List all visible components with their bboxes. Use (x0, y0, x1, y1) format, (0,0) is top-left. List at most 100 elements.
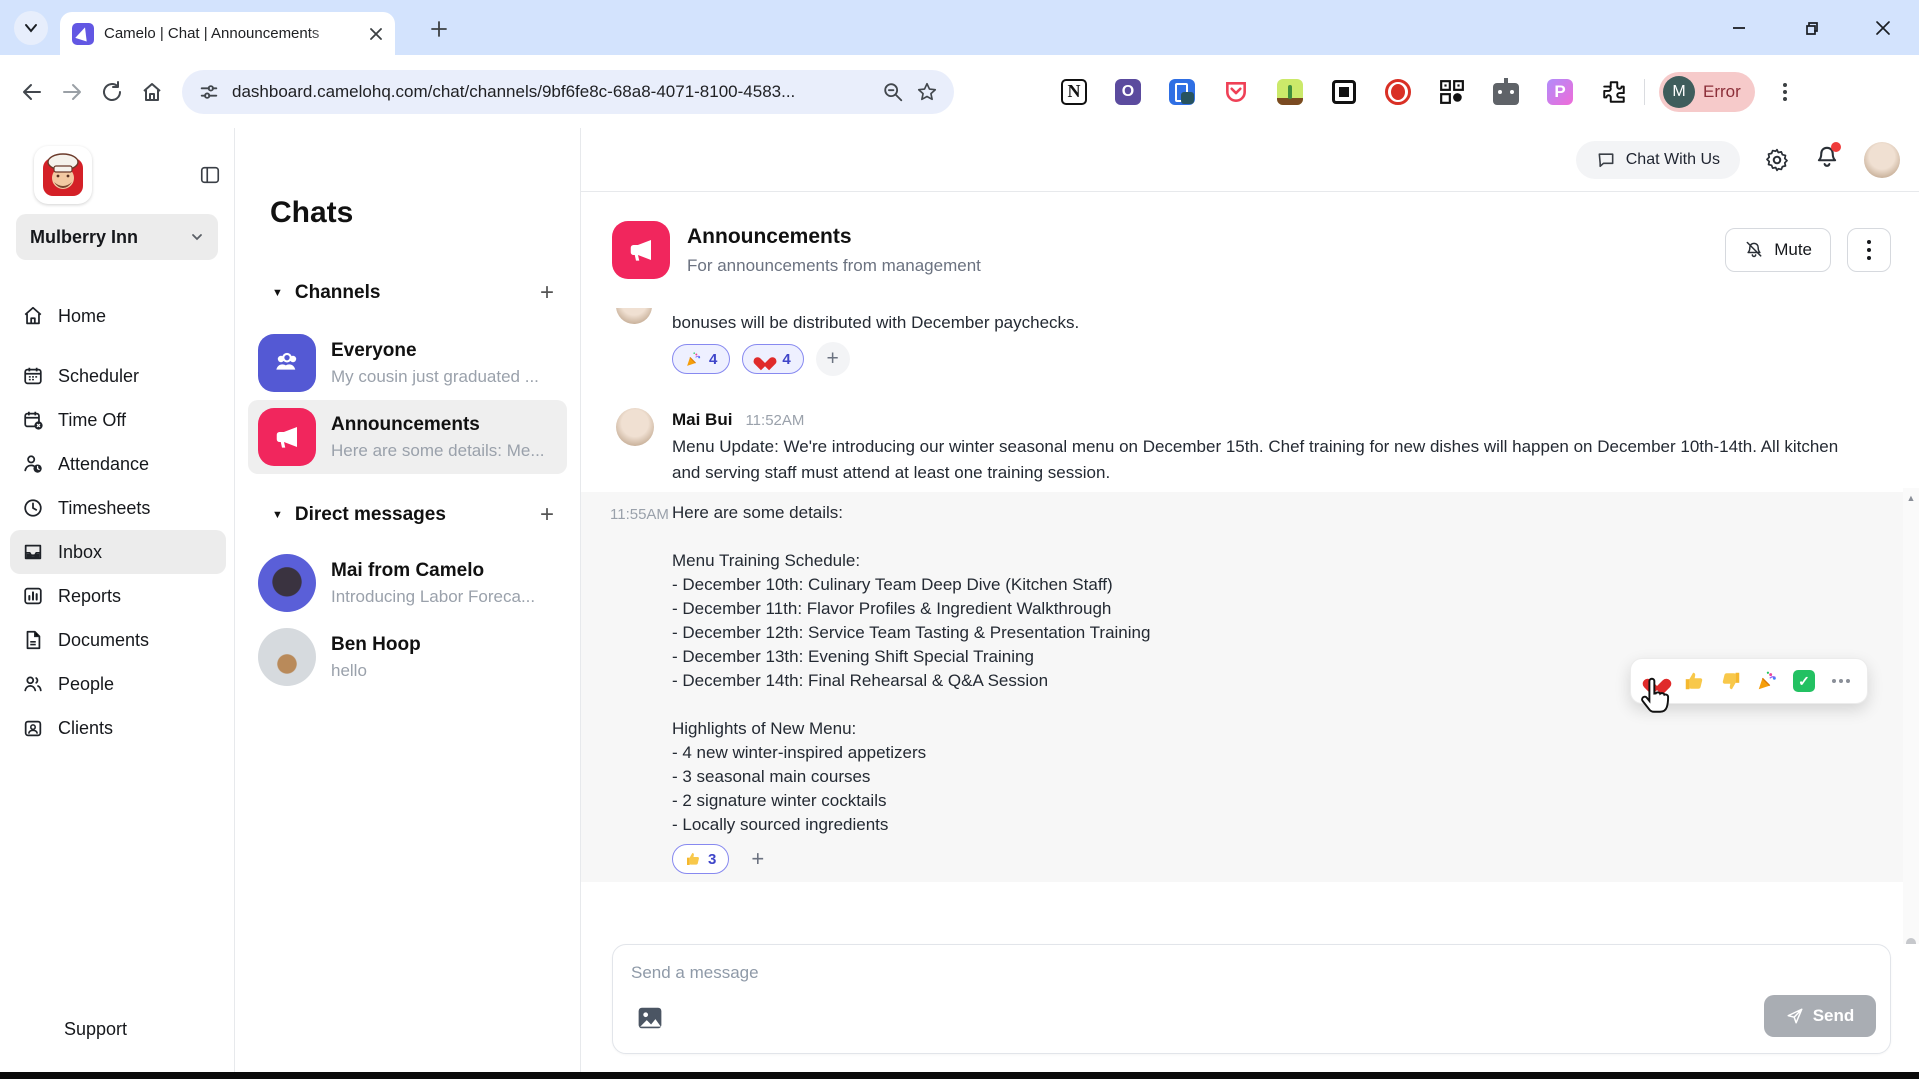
restore-button[interactable] (1775, 0, 1847, 55)
sidebar-label-clients: Clients (58, 717, 114, 738)
extension-robot-icon[interactable] (1492, 77, 1520, 106)
reaction-count: 4 (709, 350, 718, 368)
taskbar-edge (0, 1072, 1919, 1079)
sidebar-item-inbox[interactable]: Inbox (10, 530, 226, 574)
reload-button[interactable] (92, 72, 132, 112)
extension-record-icon[interactable] (1384, 78, 1412, 106)
extension-p-icon[interactable]: P (1546, 78, 1574, 106)
sidebar-label-people: People (58, 673, 115, 694)
sidebar-item-home[interactable]: Home (10, 294, 226, 338)
back-button[interactable] (12, 72, 52, 112)
puzzle-glyph (1603, 80, 1625, 103)
dm-label: Direct messages (294, 504, 446, 525)
new-tab-button[interactable] (424, 14, 454, 44)
extension-pocket-icon[interactable] (1222, 78, 1250, 106)
sidebar-item-time-off[interactable]: Time Off (10, 398, 226, 442)
dm-item-ben-hoop[interactable]: Ben Hoop hello (248, 620, 567, 694)
reaction-thumbs-up[interactable]: 3 (672, 844, 730, 874)
extension-phone-dock-icon[interactable] (1168, 78, 1196, 106)
zoom-icon[interactable] (882, 81, 904, 103)
react-party-popper-button[interactable] (1753, 667, 1781, 695)
extension-o-icon[interactable]: O (1114, 78, 1142, 106)
party-popper-icon (687, 351, 701, 366)
pocket-glyph (1226, 81, 1246, 102)
main-topbar: Chat With Us (581, 128, 1919, 192)
collapse-arrow-icon[interactable]: ▼ (272, 509, 283, 521)
scroll-up-arrow[interactable]: ▲ (1903, 490, 1919, 506)
mute-button[interactable]: Mute (1725, 228, 1831, 272)
react-thumbs-down-button[interactable] (1717, 667, 1745, 695)
channel-name: Everyone (331, 339, 417, 361)
sidebar-label-time-off: Time Off (58, 409, 127, 430)
extension-qr-icon[interactable] (1438, 78, 1466, 106)
company-logo[interactable] (34, 146, 92, 204)
forward-button[interactable] (52, 72, 92, 112)
scrollbar-thumb[interactable] (1906, 938, 1916, 944)
channel-item-announcements[interactable]: Announcements Here are some details: Me.… (248, 400, 567, 474)
extension-notion-icon[interactable]: N (1060, 78, 1088, 106)
sidebar-item-timesheets[interactable]: Timesheets (10, 486, 226, 530)
extensions-puzzle-icon[interactable] (1600, 78, 1628, 106)
url-text[interactable]: dashboard.camelohq.com/chat/channels/9bf… (232, 82, 870, 102)
browser-profile-button[interactable]: M Error (1659, 71, 1755, 112)
workspace-selector[interactable]: Mulberry Inn (16, 214, 218, 260)
sidebar-item-clients[interactable]: Clients (10, 706, 226, 750)
attach-image-button[interactable] (637, 1006, 663, 1035)
reaction-count: 4 (782, 350, 791, 368)
screen: Camelo | Chat | Announcements dashboard.… (0, 0, 1919, 1079)
address-bar[interactable]: dashboard.camelohq.com/chat/channels/9bf… (182, 69, 954, 114)
chat-with-us-label: Chat With Us (1625, 150, 1720, 168)
extension-plant-icon[interactable] (1276, 78, 1304, 106)
chat-scrollbar[interactable]: ▲ ▼ (1903, 488, 1919, 944)
thumbs-up-icon (687, 853, 699, 865)
channel-header: Announcements For announcements from man… (581, 192, 1919, 308)
add-reaction-button[interactable]: + (751, 846, 764, 872)
dm-item-mai-from-camelo[interactable]: Mai from Camelo Introducing Labor Foreca… (248, 546, 567, 620)
bookmark-star-icon[interactable] (916, 81, 938, 103)
close-button[interactable] (1847, 0, 1919, 55)
home-button[interactable] (132, 72, 172, 112)
add-dm-button[interactable]: + (540, 501, 554, 529)
send-button[interactable]: Send (1764, 995, 1876, 1037)
notifications-button[interactable] (1814, 142, 1841, 175)
settings-gear-icon[interactable] (1764, 147, 1790, 173)
tab-search-button[interactable] (14, 11, 48, 45)
sidebar-item-documents[interactable]: Documents (10, 618, 226, 662)
message-input[interactable] (631, 957, 1631, 989)
add-reaction-button[interactable]: + (815, 342, 850, 376)
extension-screenshot-icon[interactable] (1330, 78, 1358, 106)
react-check-button[interactable]: ✓ (1790, 667, 1818, 695)
user-avatar[interactable] (1864, 141, 1900, 178)
channel-menu-button[interactable] (1847, 228, 1891, 272)
add-channel-button[interactable]: + (540, 279, 554, 307)
sidebar-item-people[interactable]: People (10, 662, 226, 706)
reaction-heart[interactable]: 4 (742, 344, 804, 374)
browser-tab[interactable]: Camelo | Chat | Announcements (60, 12, 395, 55)
sidebar-item-attendance[interactable]: Attendance (10, 442, 226, 486)
dm-texts: Ben Hoop hello (331, 634, 421, 681)
sidebar-item-support[interactable]: Support (64, 1019, 127, 1040)
collapse-arrow-icon[interactable]: ▼ (272, 287, 283, 299)
sidebar-item-reports[interactable]: Reports (10, 574, 226, 618)
message-time: 11:52AM (745, 412, 805, 429)
tab-close-icon[interactable] (369, 27, 383, 41)
more-reactions-button[interactable] (1827, 667, 1855, 695)
reaction-party-popper[interactable]: 4 (672, 344, 731, 374)
minimize-icon (1733, 26, 1745, 29)
chat-with-us-button[interactable]: Chat With Us (1575, 140, 1740, 179)
site-settings-icon[interactable] (198, 81, 220, 103)
thumbs-down-icon (1722, 672, 1739, 690)
sidebar-toggle-button[interactable] (199, 164, 221, 191)
minimize-button[interactable] (1703, 0, 1775, 55)
sidebar-label-inbox: Inbox (58, 541, 103, 562)
calendar-icon (24, 367, 42, 385)
channel-item-everyone[interactable]: Everyone My cousin just graduated ... (248, 326, 567, 400)
channel-preview: Here are some details: Me... (331, 440, 545, 460)
dm-section-header: ▼ Direct messages + (235, 500, 580, 530)
channel-texts: Announcements Here are some details: Me.… (331, 414, 545, 461)
sidebar-item-scheduler[interactable]: Scheduler (10, 354, 226, 398)
qr-glyph (1440, 79, 1464, 104)
browser-menu-button[interactable] (1782, 82, 1787, 101)
dm-name: Ben Hoop (331, 633, 421, 655)
react-thumbs-up-button[interactable] (1680, 667, 1708, 695)
